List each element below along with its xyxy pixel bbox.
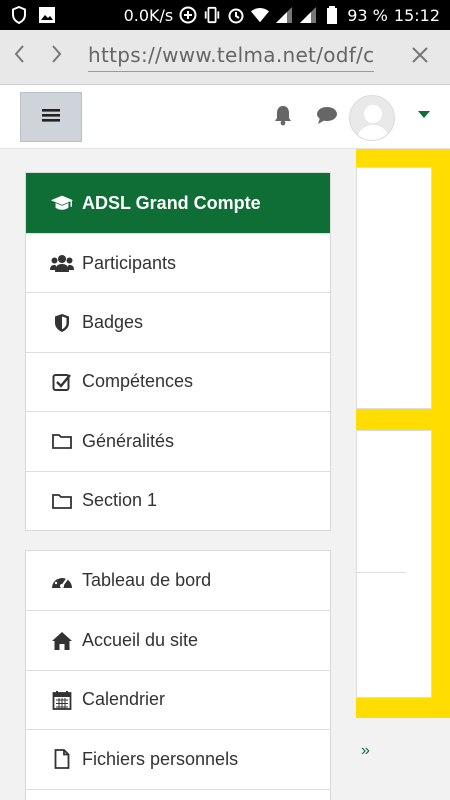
chat-icon xyxy=(316,105,338,130)
messages-button[interactable] xyxy=(315,105,339,129)
folder-icon xyxy=(50,429,74,453)
alarm-icon xyxy=(227,6,245,24)
nav-item-dashboard[interactable]: Tableau de bord xyxy=(26,551,330,610)
top-navbar xyxy=(0,85,450,149)
notifications-button[interactable] xyxy=(271,105,295,129)
calendar-icon xyxy=(50,688,74,712)
vibrate-icon xyxy=(203,6,221,24)
nav-item-participants[interactable]: Participants xyxy=(26,233,330,292)
close-button[interactable] xyxy=(390,30,450,85)
nav-item-label: Compétences xyxy=(82,371,194,392)
nav-item-competences[interactable]: Compétences xyxy=(26,351,330,411)
nav-item-label: ADSL Grand Compte xyxy=(82,192,261,213)
content-card xyxy=(356,167,432,409)
home-icon xyxy=(50,629,74,653)
nav-item-course[interactable]: ADSL Grand Compte xyxy=(26,173,330,233)
nav-item-label: Généralités xyxy=(82,430,175,451)
hamburger-icon xyxy=(42,107,60,128)
checkbox-icon xyxy=(50,370,74,394)
status-bar: 0.0K/s 93 % 15:12 xyxy=(0,0,450,30)
nav-item-calendar[interactable]: Calendrier xyxy=(26,669,330,729)
content-divider xyxy=(356,572,406,573)
nav-item-label: Fichiers personnels xyxy=(82,748,239,769)
nav-item-label: Tableau de bord xyxy=(82,570,212,591)
file-icon xyxy=(50,747,74,771)
signal-icon xyxy=(275,6,293,24)
nav-item-label: Badges xyxy=(82,312,144,333)
image-icon xyxy=(38,6,56,24)
content-card xyxy=(356,430,432,698)
more-link[interactable]: » xyxy=(361,742,370,760)
drawer-toggle-button[interactable] xyxy=(20,92,82,142)
shield-badge-icon xyxy=(50,311,74,335)
nav-item-label: Section 1 xyxy=(82,490,158,511)
signal-icon xyxy=(299,6,317,24)
url-text: https://www.telma.net/odf/c xyxy=(88,43,375,72)
nav-item-section-1[interactable]: Section 1 xyxy=(26,470,330,530)
nav-item-badges[interactable]: Badges xyxy=(26,292,330,351)
nav-item-label: Accueil du site xyxy=(82,630,199,651)
users-icon xyxy=(50,251,74,275)
clock: 15:12 xyxy=(393,5,440,25)
forward-button[interactable] xyxy=(38,30,76,85)
wifi-icon xyxy=(251,6,270,24)
user-avatar-icon xyxy=(350,105,394,140)
course-navigation: ADSL Grand Compte Participants Badges Co… xyxy=(25,172,331,531)
browser-toolbar: https://www.telma.net/odf/c xyxy=(0,30,450,85)
chevron-left-icon xyxy=(13,44,25,70)
shield-icon xyxy=(10,6,28,24)
back-button[interactable] xyxy=(0,30,38,85)
graduation-cap-icon xyxy=(50,191,74,215)
battery-level: 93 % xyxy=(347,5,388,25)
battery-icon xyxy=(323,6,341,24)
nav-item-partial[interactable] xyxy=(26,788,330,800)
nav-item-generalites[interactable]: Généralités xyxy=(26,411,330,470)
caret-down-icon[interactable] xyxy=(418,111,430,118)
site-navigation: Tableau de bord Accueil du site Calendri… xyxy=(25,550,331,800)
nav-item-site-home[interactable]: Accueil du site xyxy=(26,610,330,669)
address-bar[interactable]: https://www.telma.net/odf/c xyxy=(76,30,390,85)
plus-circle-icon xyxy=(179,6,197,24)
nav-item-label: Calendrier xyxy=(82,689,166,710)
chevron-right-icon xyxy=(51,44,63,70)
folder-icon xyxy=(50,489,74,513)
user-avatar[interactable] xyxy=(349,95,395,141)
nav-item-private-files[interactable]: Fichiers personnels xyxy=(26,729,330,788)
bell-icon xyxy=(273,104,293,131)
network-speed: 0.0K/s xyxy=(123,5,174,25)
dashboard-icon xyxy=(50,569,74,593)
close-icon xyxy=(411,46,429,69)
nav-item-label: Participants xyxy=(82,252,177,273)
